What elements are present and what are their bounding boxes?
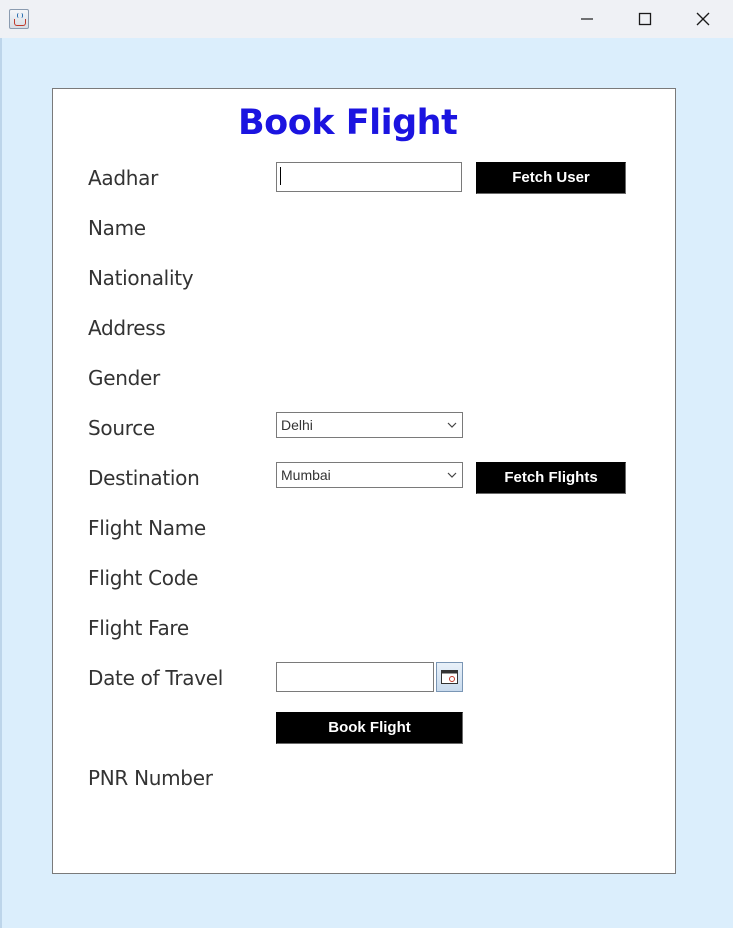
maximize-icon bbox=[638, 12, 652, 26]
window-border bbox=[0, 38, 2, 928]
destination-selected-value: Mumbai bbox=[281, 467, 331, 483]
gender-label: Gender bbox=[88, 366, 160, 390]
minimize-button[interactable] bbox=[558, 0, 616, 38]
nationality-label: Nationality bbox=[88, 266, 194, 290]
book-flight-button[interactable]: Book Flight bbox=[276, 712, 463, 744]
aadhar-input[interactable] bbox=[276, 162, 462, 192]
name-label: Name bbox=[88, 216, 146, 240]
close-icon bbox=[696, 12, 710, 26]
destination-label: Destination bbox=[88, 466, 200, 490]
address-label: Address bbox=[88, 316, 166, 340]
date-of-travel-label: Date of Travel bbox=[88, 666, 224, 690]
text-caret bbox=[280, 167, 281, 185]
pnr-number-label: PNR Number bbox=[88, 766, 213, 790]
java-cup-icon bbox=[9, 9, 29, 29]
fetch-flights-button[interactable]: Fetch Flights bbox=[476, 462, 626, 494]
source-select[interactable]: Delhi bbox=[276, 412, 463, 438]
minimize-icon bbox=[581, 18, 593, 20]
flight-fare-label: Flight Fare bbox=[88, 616, 189, 640]
close-button[interactable] bbox=[674, 0, 732, 38]
date-of-travel-input[interactable] bbox=[276, 662, 434, 692]
window-titlebar bbox=[0, 0, 733, 38]
calendar-icon bbox=[441, 670, 458, 684]
chevron-down-icon bbox=[447, 472, 457, 478]
page-title: Book Flight bbox=[238, 103, 458, 143]
calendar-button[interactable] bbox=[436, 662, 463, 692]
maximize-button[interactable] bbox=[616, 0, 674, 38]
destination-select[interactable]: Mumbai bbox=[276, 462, 463, 488]
flight-code-label: Flight Code bbox=[88, 566, 199, 590]
flight-name-label: Flight Name bbox=[88, 516, 206, 540]
source-selected-value: Delhi bbox=[281, 417, 313, 433]
chevron-down-icon bbox=[447, 422, 457, 428]
source-label: Source bbox=[88, 416, 155, 440]
fetch-user-button[interactable]: Fetch User bbox=[476, 162, 626, 194]
aadhar-label: Aadhar bbox=[88, 166, 158, 190]
